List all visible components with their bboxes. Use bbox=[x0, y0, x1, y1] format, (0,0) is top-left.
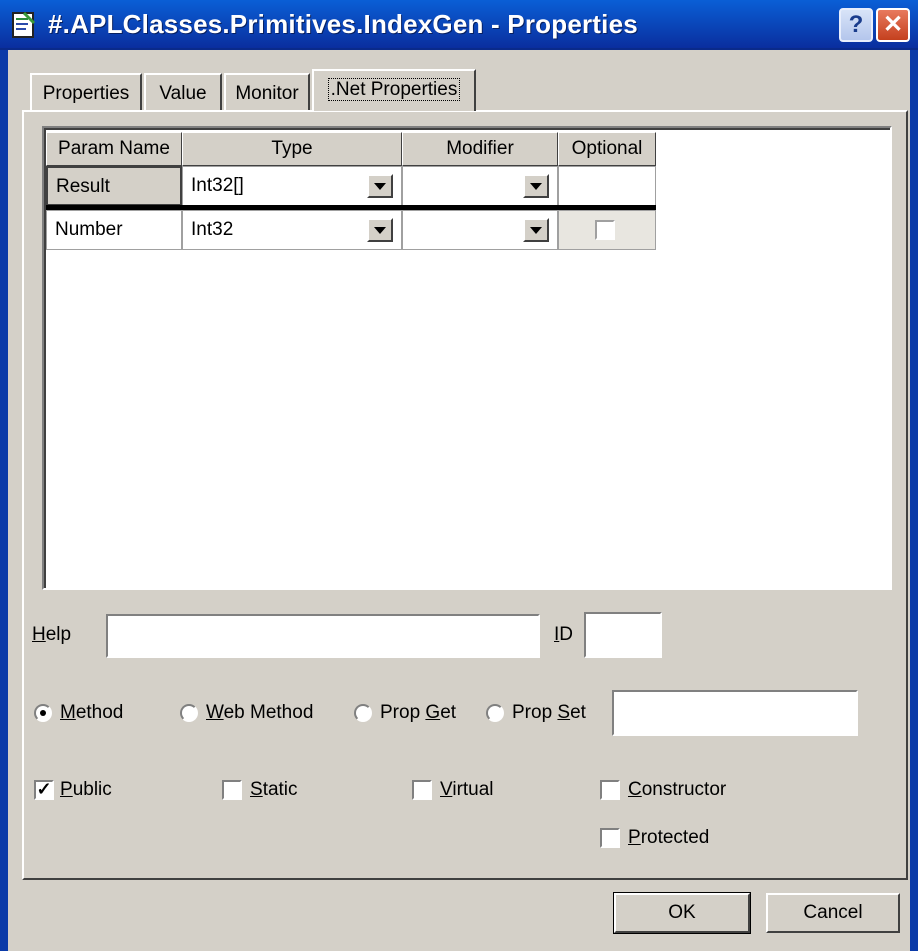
help-label-accel: H bbox=[32, 624, 46, 645]
constructor-checkbox[interactable] bbox=[600, 780, 620, 800]
prop-set-radio[interactable] bbox=[486, 704, 504, 722]
row-result-param-name[interactable]: Result bbox=[46, 166, 182, 206]
id-label-rest: D bbox=[559, 624, 574, 645]
close-button[interactable]: ✕ bbox=[876, 8, 910, 42]
properties-window-icon bbox=[12, 11, 36, 38]
method-label-rest: ethod bbox=[75, 702, 124, 723]
prop-get-radio[interactable] bbox=[354, 704, 372, 722]
row-number-optional-checkbox[interactable] bbox=[595, 220, 615, 240]
row-result-modifier[interactable] bbox=[402, 166, 558, 206]
row-number-modifier[interactable] bbox=[402, 210, 558, 250]
tab-value-label: Value bbox=[159, 83, 207, 104]
web-method-radio[interactable] bbox=[180, 704, 198, 722]
row-number-modifier-dropdown-icon[interactable] bbox=[523, 218, 549, 242]
protected-label-rest: rotected bbox=[640, 827, 710, 848]
method-label[interactable]: Method bbox=[60, 702, 123, 724]
window-title: #.APLClasses.Primitives.IndexGen - Prope… bbox=[48, 9, 638, 39]
constructor-label-accel: C bbox=[628, 779, 642, 800]
cancel-button[interactable]: Cancel bbox=[766, 893, 900, 933]
protected-label-accel: P bbox=[628, 827, 641, 848]
id-input[interactable] bbox=[584, 612, 662, 658]
prop-set-label[interactable]: Prop Set bbox=[512, 702, 586, 724]
ok-button[interactable]: OK bbox=[613, 892, 751, 934]
protected-checkbox[interactable] bbox=[600, 828, 620, 848]
row-result-type-dropdown-icon[interactable] bbox=[367, 174, 393, 198]
virtual-label-accel: V bbox=[440, 779, 453, 800]
web-method-label[interactable]: Web Method bbox=[206, 702, 313, 724]
tab-properties-label: Properties bbox=[42, 83, 130, 104]
row-result-type-value: Int32[] bbox=[191, 175, 244, 196]
static-label-accel: S bbox=[250, 779, 263, 800]
tab-net-properties-label: .Net Properties bbox=[327, 78, 461, 101]
public-label[interactable]: Public bbox=[60, 779, 112, 801]
virtual-checkbox[interactable] bbox=[412, 780, 432, 800]
public-label-accel: P bbox=[60, 779, 73, 800]
row-number-param-name[interactable]: Number bbox=[46, 210, 182, 250]
help-input[interactable] bbox=[106, 614, 540, 658]
protected-label[interactable]: Protected bbox=[628, 827, 709, 849]
window-frame-left bbox=[0, 50, 8, 951]
window-frame-right bbox=[910, 50, 918, 951]
web-method-label-accel: W bbox=[206, 702, 224, 723]
tab-properties[interactable]: Properties bbox=[30, 73, 142, 111]
help-label: Help bbox=[32, 624, 71, 646]
row-result-optional bbox=[558, 166, 656, 206]
prop-set-label-rest: et bbox=[570, 702, 586, 723]
virtual-label-rest: irtual bbox=[452, 779, 494, 800]
tab-monitor-label: Monitor bbox=[235, 83, 299, 104]
constructor-label[interactable]: Constructor bbox=[628, 779, 726, 801]
method-radio[interactable] bbox=[34, 704, 52, 722]
prop-get-label-pre: Prop bbox=[380, 702, 426, 723]
prop-get-label[interactable]: Prop Get bbox=[380, 702, 456, 724]
row-result-type[interactable]: Int32[] bbox=[182, 166, 402, 206]
row-number-type-dropdown-icon[interactable] bbox=[367, 218, 393, 242]
row-number-type-value: Int32 bbox=[191, 219, 234, 240]
tab-value[interactable]: Value bbox=[144, 73, 222, 111]
column-header-param-name[interactable]: Param Name bbox=[46, 132, 182, 166]
property-name-input[interactable] bbox=[612, 690, 858, 736]
help-button[interactable]: ? bbox=[839, 8, 873, 42]
id-label: ID bbox=[554, 624, 573, 646]
static-label-rest: tatic bbox=[262, 779, 298, 800]
public-checkbox[interactable]: ✓ bbox=[34, 780, 54, 800]
column-header-optional[interactable]: Optional bbox=[558, 132, 656, 166]
prop-get-label-accel: G bbox=[425, 702, 441, 723]
column-header-modifier[interactable]: Modifier bbox=[402, 132, 558, 166]
tab-monitor[interactable]: Monitor bbox=[224, 73, 310, 111]
constructor-label-rest: onstructor bbox=[641, 779, 727, 800]
row-number-optional[interactable] bbox=[558, 210, 656, 250]
column-header-type[interactable]: Type bbox=[182, 132, 402, 166]
static-checkbox[interactable] bbox=[222, 780, 242, 800]
prop-set-label-accel: S bbox=[557, 702, 571, 723]
public-label-rest: ublic bbox=[72, 779, 112, 800]
prop-get-label-rest: et bbox=[440, 702, 457, 723]
method-label-accel: M bbox=[60, 702, 76, 723]
prop-set-label-pre: Prop bbox=[512, 702, 558, 723]
static-label[interactable]: Static bbox=[250, 779, 298, 801]
tab-net-properties[interactable]: .Net Properties bbox=[312, 69, 476, 111]
virtual-label[interactable]: Virtual bbox=[440, 779, 494, 801]
row-number-type[interactable]: Int32 bbox=[182, 210, 402, 250]
help-label-rest: elp bbox=[45, 624, 72, 645]
title-bar[interactable]: #.APLClasses.Primitives.IndexGen - Prope… bbox=[0, 0, 918, 50]
row-result-modifier-dropdown-icon[interactable] bbox=[523, 174, 549, 198]
web-method-label-rest: eb Method bbox=[223, 702, 314, 723]
